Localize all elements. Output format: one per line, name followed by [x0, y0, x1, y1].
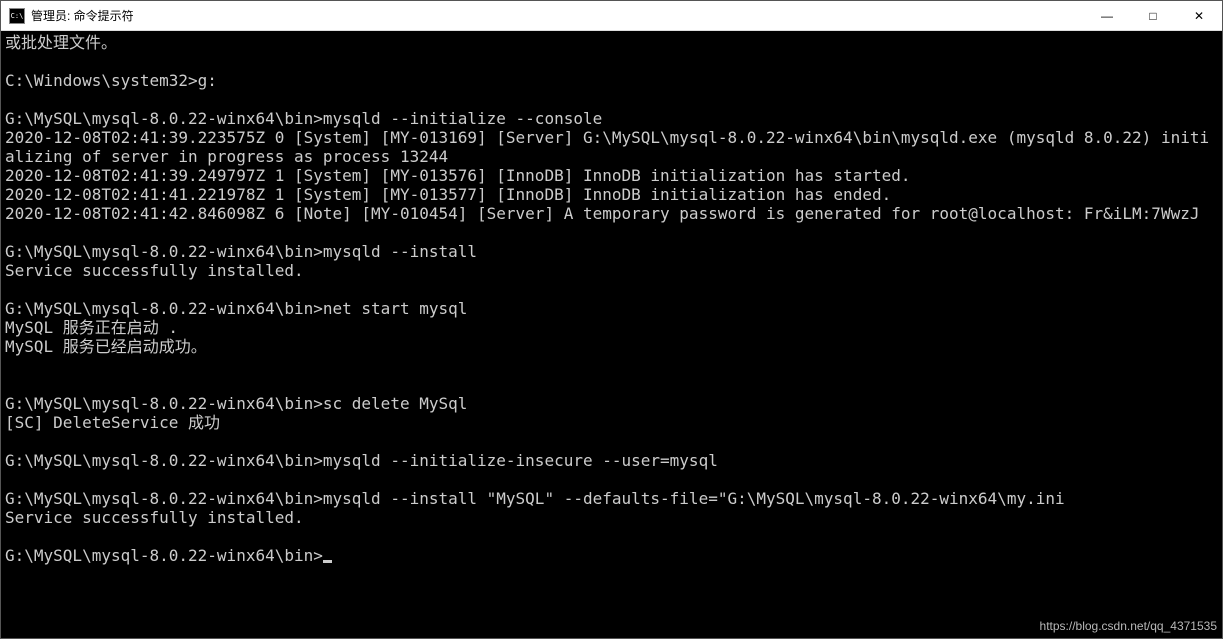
- titlebar[interactable]: C:\ 管理员: 命令提示符 — □ ✕: [1, 1, 1222, 31]
- minimize-button[interactable]: —: [1084, 1, 1130, 30]
- window-controls: — □ ✕: [1084, 1, 1222, 30]
- close-button[interactable]: ✕: [1176, 1, 1222, 30]
- watermark-text: https://blog.csdn.net/qq_4371535: [1040, 619, 1217, 633]
- window-title: 管理员: 命令提示符: [31, 7, 1084, 24]
- terminal-output[interactable]: 或批处理文件。 C:\Windows\system32>g: G:\MySQL\…: [1, 31, 1222, 638]
- cmd-icon: C:\: [9, 8, 25, 24]
- maximize-button[interactable]: □: [1130, 1, 1176, 30]
- cmd-window: C:\ 管理员: 命令提示符 — □ ✕ 或批处理文件。 C:\Windows\…: [0, 0, 1223, 639]
- terminal-cursor: [323, 560, 332, 563]
